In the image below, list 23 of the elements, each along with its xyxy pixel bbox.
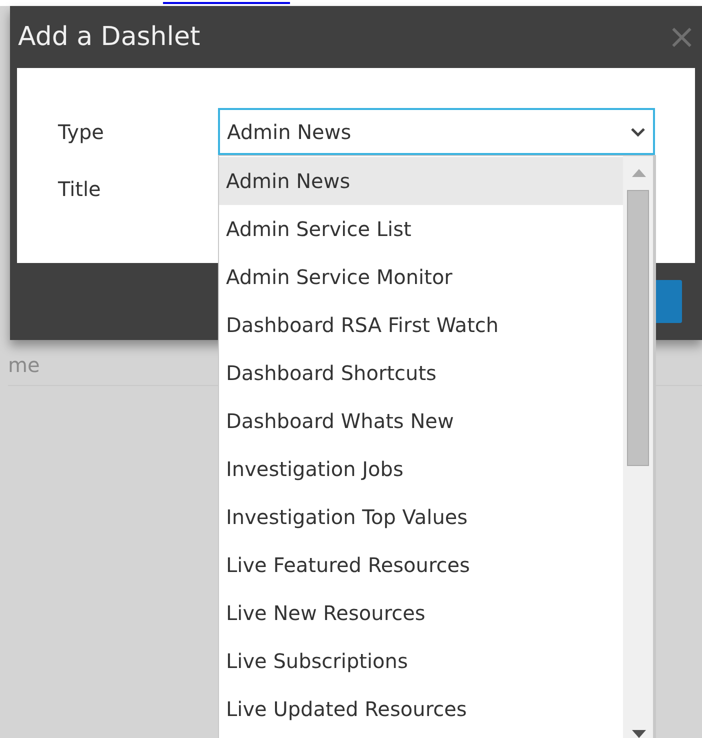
column-label: me <box>8 353 40 377</box>
dropdown-option[interactable]: Dashboard Shortcuts <box>219 349 623 397</box>
dropdown-option[interactable]: Live Subscriptions <box>219 637 623 685</box>
dropdown-option[interactable]: Dashboard RSA First Watch <box>219 301 623 349</box>
field-label: Type <box>58 118 105 146</box>
scrollbar[interactable] <box>623 156 655 738</box>
dropdown-option[interactable]: Live Featured Resources <box>219 541 623 589</box>
scroll-down-icon[interactable] <box>632 730 646 738</box>
dropdown-option[interactable]: Admin News <box>219 157 623 205</box>
dropdown-option[interactable]: Live New Resources <box>219 589 623 637</box>
chevron-down-icon <box>630 126 646 136</box>
field-label: Title <box>58 176 102 202</box>
scroll-up-icon[interactable] <box>632 169 646 177</box>
dropdown-option[interactable]: Dashboard Whats New <box>219 397 623 445</box>
scrollbar-thumb[interactable] <box>627 190 649 466</box>
dropdown-option[interactable]: Investigation Top Values <box>219 493 623 541</box>
dialog-title: Add a Dashlet <box>18 20 200 54</box>
dropdown-option[interactable]: Admin Service Monitor <box>219 253 623 301</box>
dropdown-option[interactable]: Investigation Jobs <box>219 445 623 493</box>
dropdown-option[interactable]: Admin Service List <box>219 205 623 253</box>
link-underline[interactable] <box>163 2 290 4</box>
dropdown-option[interactable]: Live Updated Resources <box>219 685 623 733</box>
type-select[interactable]: Admin News <box>218 108 655 155</box>
